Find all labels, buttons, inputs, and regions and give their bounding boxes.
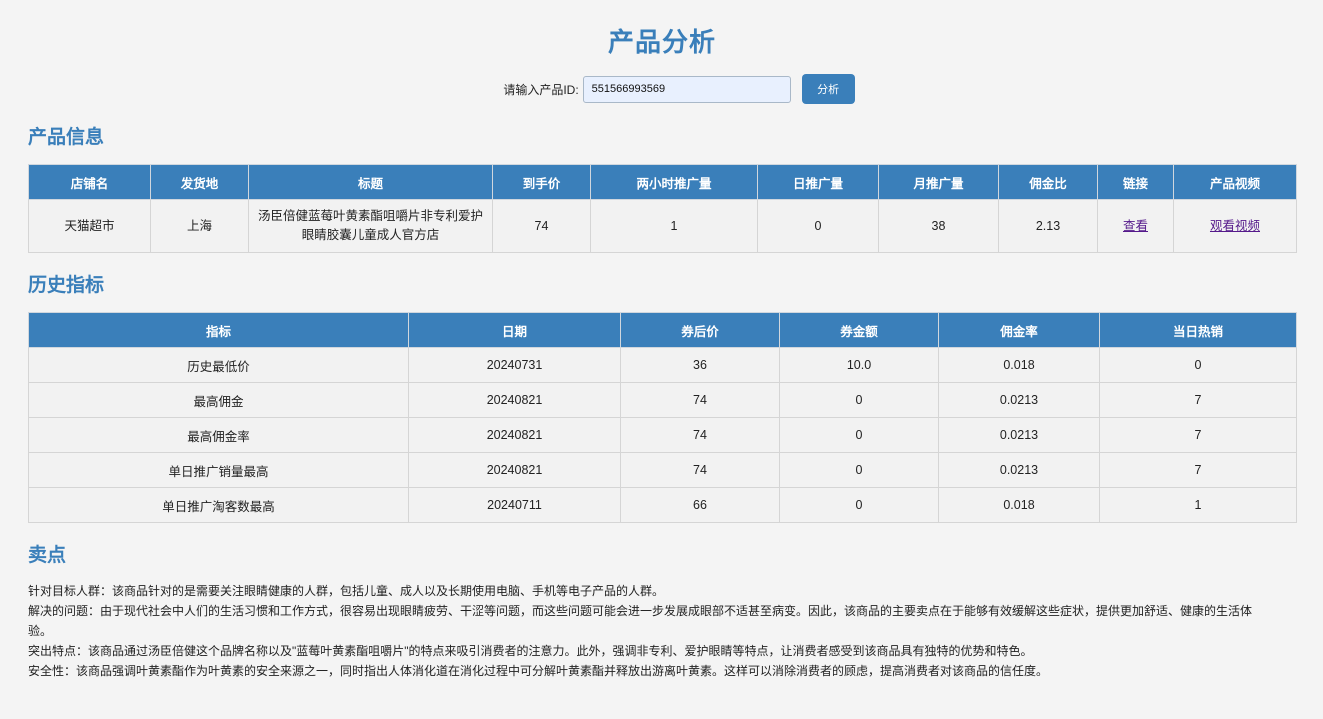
coupon-amount-cell: 0: [779, 417, 939, 453]
column-header: 发货地: [150, 164, 249, 200]
analyze-button[interactable]: 分析: [801, 74, 855, 104]
table-row: 最高佣金率 20240821 74 0 0.0213 7: [28, 417, 1297, 453]
column-header: 标题: [248, 164, 493, 200]
column-header: 日推广量: [757, 164, 879, 200]
metric-cell: 单日推广销量最高: [28, 452, 409, 488]
column-header: 月推广量: [878, 164, 999, 200]
history-table: 指标 日期 券后价 券金额 佣金率 当日热销 历史最低价 20240731 36…: [28, 312, 1297, 523]
watch-video-link[interactable]: 观看视频: [1210, 219, 1260, 233]
two-hour-promo-cell: 1: [590, 199, 758, 253]
history-header-row: 指标 日期 券后价 券金额 佣金率 当日热销: [28, 312, 1297, 348]
coupon-price-cell: 74: [620, 382, 780, 418]
column-header: 当日热销: [1099, 312, 1297, 348]
metric-cell: 历史最低价: [28, 347, 409, 383]
column-header: 到手价: [492, 164, 591, 200]
product-info-header-row: 店铺名 发货地 标题 到手价 两小时推广量 日推广量 月推广量 佣金比 链接 产…: [28, 164, 1297, 200]
link-cell: 查看: [1097, 199, 1174, 253]
column-header: 券后价: [620, 312, 780, 348]
coupon-amount-cell: 0: [779, 382, 939, 418]
monthly-promo-cell: 38: [878, 199, 999, 253]
selling-points-title: 卖点: [28, 545, 67, 566]
column-header: 券金额: [779, 312, 939, 348]
metric-cell: 最高佣金率: [28, 417, 409, 453]
date-cell: 20240821: [408, 452, 621, 488]
column-header: 链接: [1097, 164, 1174, 200]
final-price-cell: 74: [492, 199, 591, 253]
product-title-cell: 汤臣倍健蓝莓叶黄素酯咀嚼片非专利爱护眼睛胶囊儿童成人官方店: [248, 199, 493, 253]
commission-rate-cell: 0.0213: [938, 382, 1100, 418]
date-cell: 20240821: [408, 382, 621, 418]
column-header: 佣金率: [938, 312, 1100, 348]
origin-cell: 上海: [150, 199, 249, 253]
coupon-price-cell: 66: [620, 487, 780, 523]
page-title: 产品分析: [607, 27, 716, 57]
metric-cell: 单日推广淘客数最高: [28, 487, 409, 523]
table-row: 历史最低价 20240731 36 10.0 0.018 0: [28, 347, 1297, 383]
table-row: 最高佣金 20240821 74 0 0.0213 7: [28, 382, 1297, 418]
coupon-price-cell: 36: [620, 347, 780, 383]
coupon-price-cell: 74: [620, 452, 780, 488]
date-cell: 20240731: [408, 347, 621, 383]
daily-hot-sales-cell: 7: [1099, 417, 1297, 453]
daily-promo-cell: 0: [757, 199, 879, 253]
column-header: 店铺名: [28, 164, 151, 200]
commission-rate-cell: 0.018: [938, 347, 1100, 383]
search-row: 请输入产品ID: 分析: [28, 74, 1296, 104]
column-header: 产品视频: [1173, 164, 1297, 200]
coupon-amount-cell: 10.0: [779, 347, 939, 383]
product-id-input[interactable]: [582, 75, 791, 103]
daily-hot-sales-cell: 7: [1099, 452, 1297, 488]
commission-rate-cell: 0.018: [938, 487, 1100, 523]
selling-points-text: 针对目标人群：该商品针对的是需要关注眼睛健康的人群，包括儿童、成人以及长期使用电…: [28, 581, 1258, 681]
shop-name-cell: 天猫超市: [28, 199, 151, 253]
column-header: 指标: [28, 312, 409, 348]
coupon-amount-cell: 0: [779, 487, 939, 523]
date-cell: 20240821: [408, 417, 621, 453]
product-info-title: 产品信息: [28, 127, 105, 148]
product-info-table: 店铺名 发货地 标题 到手价 两小时推广量 日推广量 月推广量 佣金比 链接 产…: [28, 164, 1297, 253]
target-audience-paragraph: 针对目标人群：该商品针对的是需要关注眼睛健康的人群，包括儿童、成人以及长期使用电…: [28, 584, 665, 598]
column-header: 日期: [408, 312, 621, 348]
problem-solved-paragraph: 解决的问题：由于现代社会中人们的生活习惯和工作方式，很容易出现眼睛疲劳、干涩等问…: [28, 604, 1253, 638]
metric-cell: 最高佣金: [28, 382, 409, 418]
view-link[interactable]: 查看: [1123, 219, 1148, 233]
daily-hot-sales-cell: 1: [1099, 487, 1297, 523]
commission-rate-cell: 0.0213: [938, 417, 1100, 453]
table-row: 单日推广销量最高 20240821 74 0 0.0213 7: [28, 452, 1297, 488]
video-cell: 观看视频: [1173, 199, 1297, 253]
daily-hot-sales-cell: 7: [1099, 382, 1297, 418]
coupon-price-cell: 74: [620, 417, 780, 453]
coupon-amount-cell: 0: [779, 452, 939, 488]
key-features-paragraph: 突出特点：该商品通过汤臣倍健这个品牌名称以及"蓝莓叶黄素酯咀嚼片"的特点来吸引消…: [28, 644, 1033, 658]
date-cell: 20240711: [408, 487, 621, 523]
column-header: 佣金比: [998, 164, 1098, 200]
safety-paragraph: 安全性：该商品强调叶黄素酯作为叶黄素的安全来源之一，同时指出人体消化道在消化过程…: [28, 664, 1049, 678]
commission-rate-cell: 0.0213: [938, 452, 1100, 488]
commission-ratio-cell: 2.13: [998, 199, 1098, 253]
daily-hot-sales-cell: 0: [1099, 347, 1297, 383]
product-id-label: 请输入产品ID:: [503, 82, 579, 97]
column-header: 两小时推广量: [590, 164, 758, 200]
product-info-row: 天猫超市 上海 汤臣倍健蓝莓叶黄素酯咀嚼片非专利爱护眼睛胶囊儿童成人官方店 74…: [28, 199, 1297, 253]
table-row: 单日推广淘客数最高 20240711 66 0 0.018 1: [28, 487, 1297, 523]
history-title: 历史指标: [28, 275, 105, 296]
